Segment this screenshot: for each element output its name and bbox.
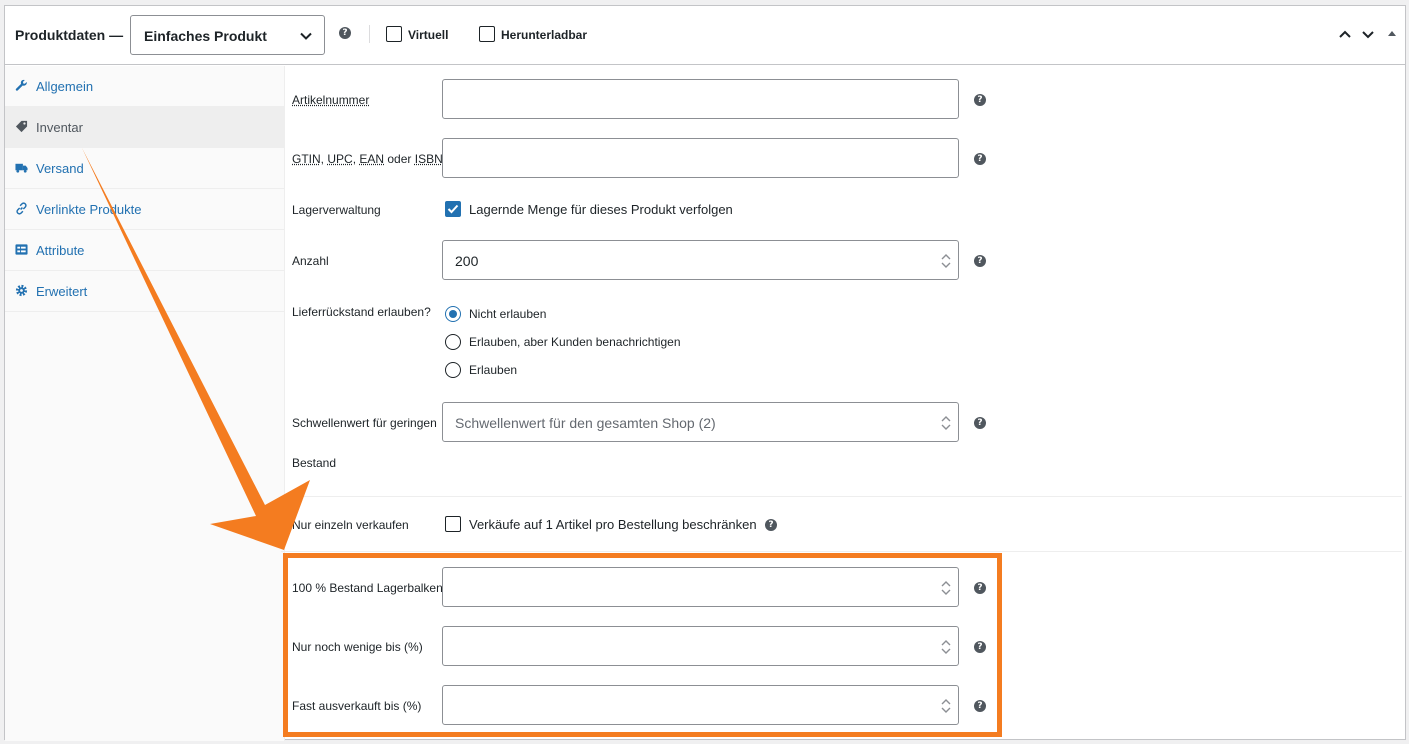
downloadable-checkbox[interactable]: [479, 26, 495, 42]
header-divider: [369, 25, 370, 43]
backorder-option-no: Nicht erlauben: [469, 307, 547, 321]
quantity-input[interactable]: 200: [442, 240, 959, 280]
virtual-label: Virtuell: [408, 28, 449, 42]
backorder-radio-notify[interactable]: [445, 334, 461, 350]
low-stock-label-line2: Bestand: [292, 456, 337, 470]
checkmark-icon: [447, 204, 459, 214]
spinner-arrows-icon[interactable]: [940, 252, 952, 270]
virtual-checkbox[interactable]: [386, 26, 402, 42]
gtin-sep-3: oder: [384, 152, 415, 166]
truck-icon: [15, 163, 28, 173]
product-data-tabs: Allgemein Inventar Versand Verlinkte Pro…: [5, 66, 285, 741]
downloadable-label: Herunterladbar: [501, 28, 588, 42]
stock-management-label: Lagerverwaltung: [292, 203, 381, 217]
collapse-triangle-icon[interactable]: [1385, 27, 1399, 41]
annotation-highlight-box: [283, 553, 1002, 737]
gtin-label: GTIN, UPC, EAN oder ISBN: [292, 152, 443, 166]
tab-attributes-label: Attribute: [36, 243, 85, 258]
sku-label: Artikelnummer: [292, 93, 370, 107]
tab-advanced[interactable]: Erweitert: [5, 271, 284, 312]
sold-individually-checkbox-label: Verkäufe auf 1 Artikel pro Bestellung be…: [469, 517, 757, 532]
quantity-value: 200: [455, 253, 479, 269]
help-icon[interactable]: ?: [339, 27, 351, 39]
product-type-select[interactable]: Einfaches Produkt: [130, 15, 325, 55]
tab-shipping[interactable]: Versand: [5, 148, 284, 189]
low-stock-input[interactable]: Schwellenwert für den gesamten Shop (2): [442, 402, 959, 442]
isbn-abbr: ISBN: [414, 152, 443, 166]
spinner-arrows-icon[interactable]: [940, 414, 952, 432]
list-icon: [15, 244, 28, 255]
upc-abbr: UPC: [327, 152, 353, 166]
tab-linked-products[interactable]: Verlinkte Produkte: [5, 189, 284, 230]
backorder-option-notify: Erlauben, aber Kunden benachrichtigen: [469, 335, 681, 349]
sold-individually-checkbox[interactable]: [445, 516, 461, 532]
quantity-label: Anzahl: [292, 254, 329, 268]
tab-inventory-label: Inventar: [36, 120, 83, 135]
chevron-down-icon[interactable]: [1361, 27, 1375, 41]
tab-shipping-label: Versand: [36, 161, 84, 176]
wrench-icon: [15, 79, 27, 91]
sku-input[interactable]: [442, 79, 959, 119]
low-stock-label: Schwellenwert für geringen: [292, 416, 437, 430]
tab-linked-products-label: Verlinkte Produkte: [36, 202, 142, 217]
ean-abbr: EAN: [359, 152, 385, 166]
tag-icon: [15, 120, 28, 133]
gear-icon: [15, 284, 28, 297]
chevron-up-icon[interactable]: [1338, 27, 1352, 41]
gtin-input[interactable]: [442, 138, 959, 178]
tab-general-label: Allgemein: [36, 79, 94, 94]
panel-title: Produktdaten —: [15, 27, 124, 43]
section-divider: [281, 551, 1402, 552]
backorder-option-yes: Erlauben: [469, 363, 518, 377]
chevron-down-icon: [300, 32, 312, 40]
tab-general[interactable]: Allgemein: [5, 66, 284, 107]
stock-management-checkbox[interactable]: [445, 201, 461, 217]
help-icon[interactable]: ?: [765, 519, 777, 531]
help-icon[interactable]: ?: [974, 153, 986, 165]
stock-management-checkbox-label: Lagernde Menge für dieses Produkt verfol…: [469, 202, 733, 217]
backorder-radio-no[interactable]: [445, 306, 461, 322]
gtin-abbr: GTIN: [292, 152, 321, 166]
product-type-value: Einfaches Produkt: [144, 28, 267, 44]
tab-inventory[interactable]: Inventar: [5, 107, 284, 148]
section-divider: [281, 496, 1402, 497]
help-icon[interactable]: ?: [974, 255, 986, 267]
tab-advanced-label: Erweitert: [36, 284, 88, 299]
backorders-label: Lieferrückstand erlauben?: [292, 305, 431, 319]
sold-individually-label: Nur einzeln verkaufen: [292, 518, 409, 532]
help-icon[interactable]: ?: [974, 94, 986, 106]
help-icon[interactable]: ?: [974, 417, 986, 429]
tab-attributes[interactable]: Attribute: [5, 230, 284, 271]
link-icon: [16, 202, 27, 215]
low-stock-placeholder: Schwellenwert für den gesamten Shop (2): [455, 415, 716, 431]
panel-header: Produktdaten — Einfaches Produkt ? Virtu…: [5, 6, 1405, 65]
backorder-radio-yes[interactable]: [445, 362, 461, 378]
